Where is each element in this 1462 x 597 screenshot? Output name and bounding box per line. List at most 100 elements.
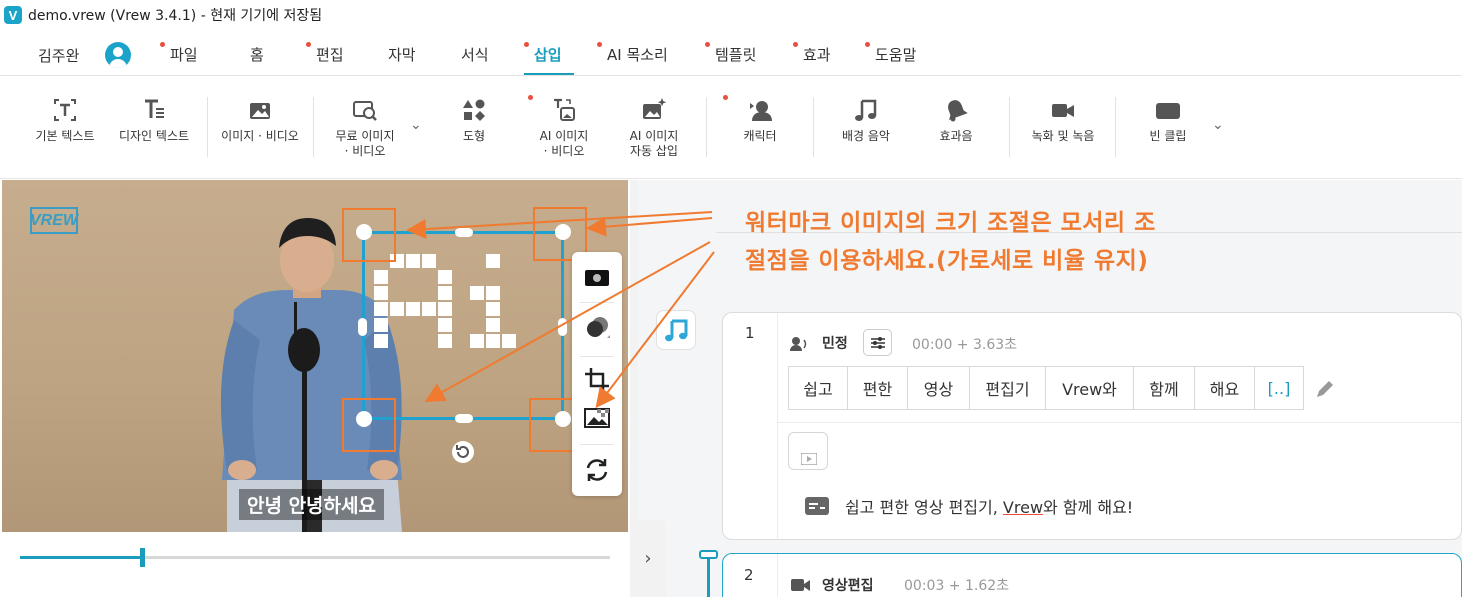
menu-bar: 김주완 파일 홈 편집 자막 서식 삽입 AI 목소리 템플릿 효과 도움말	[0, 30, 1462, 76]
notify-dot	[865, 42, 870, 47]
play-icon	[801, 453, 817, 465]
avatar-icon[interactable]	[105, 42, 132, 68]
playback-controls	[0, 532, 630, 597]
video-subtitle: 안녕 안녕하세요	[239, 489, 384, 520]
menu-effect[interactable]: 효과	[803, 44, 831, 65]
menu-home[interactable]: 홈	[250, 44, 264, 65]
character-button[interactable]: 캐릭터	[730, 97, 790, 144]
menu-file[interactable]: 파일	[170, 44, 198, 65]
playhead-line	[707, 556, 710, 597]
title-bar: V demo.vrew (Vrew 3.4.1) - 현재 기기에 저장됨	[0, 0, 1462, 30]
menu-insert[interactable]: 삽입	[534, 44, 562, 65]
design-text-button[interactable]: 디자인 텍스트	[112, 97, 196, 144]
object-tool-palette	[572, 252, 622, 496]
sliders-icon	[870, 336, 885, 349]
resize-handle-bottom[interactable]	[455, 414, 473, 423]
clip-timecode: 00:03 + 1.62초	[904, 578, 1010, 594]
word-chip[interactable]: 영상	[907, 366, 970, 410]
clip-timecode: 00:00 + 3.63초	[912, 337, 1018, 353]
speaker-name[interactable]: 민정	[822, 333, 848, 353]
image-thumbnail-icon[interactable]	[583, 264, 611, 292]
toolbar-separator	[1009, 97, 1010, 157]
sound-effect-button[interactable]: 효과음	[928, 97, 984, 144]
clip-rule	[778, 422, 1462, 423]
shapes-icon	[463, 99, 485, 121]
menu-edit[interactable]: 편집	[316, 44, 344, 65]
notify-dot	[723, 95, 728, 100]
replace-icon[interactable]	[583, 456, 611, 484]
chevron-down-icon[interactable]: ⌄	[1212, 117, 1224, 133]
seek-bar-progress	[20, 556, 142, 559]
remove-background-icon[interactable]	[583, 404, 611, 432]
empty-clip-icon	[1156, 103, 1180, 119]
shape-button[interactable]: 도형	[446, 97, 502, 144]
record-button[interactable]: 녹화 및 녹음	[1026, 97, 1100, 144]
notify-dot	[793, 42, 798, 47]
resize-handle-top[interactable]	[455, 228, 473, 237]
chevron-down-icon[interactable]: ⌄	[410, 117, 422, 133]
bgm-button[interactable]: 배경 음악	[836, 97, 896, 144]
user-profile[interactable]: 김주완	[38, 42, 132, 68]
ai-image-sparkle-icon	[643, 98, 667, 119]
resize-handle-right[interactable]	[558, 318, 567, 336]
image-video-button[interactable]: 이미지 · 비디오	[216, 97, 304, 144]
toolbar-separator	[706, 97, 707, 157]
menu-subtitle[interactable]: 자막	[388, 44, 416, 65]
user-name: 김주완	[38, 46, 80, 65]
video-camera-icon	[791, 579, 810, 591]
design-text-icon	[145, 99, 164, 118]
clip-thumbnail[interactable]	[788, 432, 828, 470]
empty-clip-button[interactable]: 빈 클립	[1140, 97, 1196, 144]
rotate-handle-icon[interactable]	[451, 440, 475, 464]
clip-subtitle[interactable]: 쉽고 편한 영상 편집기, Vrew와 함께 해요!	[845, 494, 1133, 518]
menu-format[interactable]: 서식	[461, 44, 489, 65]
basic-text-button[interactable]: 기본 텍스트	[30, 97, 100, 144]
corner-highlight	[342, 398, 396, 452]
insert-toolbar: 기본 텍스트 디자인 텍스트 이미지 · 비디오 무료 이미지 · 비디오 ⌄ …	[0, 77, 1462, 179]
free-image-video-button[interactable]: 무료 이미지 · 비디오	[330, 97, 400, 159]
menu-help[interactable]: 도움말	[875, 44, 916, 65]
notify-dot	[306, 42, 311, 47]
crop-icon[interactable]	[583, 366, 611, 394]
panel-collapse-button[interactable]: ›	[630, 520, 666, 597]
character-icon	[750, 101, 772, 121]
palette-separator	[580, 302, 614, 303]
word-chip[interactable]: 함께	[1133, 366, 1195, 410]
music-note-icon	[665, 319, 688, 342]
notify-dot	[160, 42, 165, 47]
music-note-icon	[855, 99, 877, 121]
notify-dot	[524, 42, 529, 47]
toolbar-separator	[313, 97, 314, 157]
playhead-marker[interactable]	[699, 550, 718, 559]
ai-text-image-icon	[554, 98, 575, 121]
menu-ai-voice[interactable]: AI 목소리	[607, 44, 668, 65]
palette-separator	[580, 356, 614, 357]
annotation-text-line-1: 워터마크 이미지의 크기 조절은 모서리 조	[745, 210, 1156, 236]
ai-image-video-button[interactable]: AI 이미지 · 비디오	[530, 97, 598, 159]
subtitle-icon	[805, 497, 829, 515]
speaker-settings-button[interactable]	[863, 329, 892, 356]
word-chip[interactable]: 편한	[847, 366, 908, 410]
toolbar-separator	[813, 97, 814, 157]
word-chip[interactable]: 해요	[1194, 366, 1255, 410]
corner-highlight	[342, 208, 396, 262]
resize-handle-left[interactable]	[358, 318, 367, 336]
image-icon	[250, 103, 270, 119]
image-search-icon	[353, 101, 377, 121]
speaker-voice-icon	[790, 337, 807, 351]
opacity-layers-icon[interactable]	[583, 314, 611, 342]
word-chip[interactable]: Vrew와	[1045, 366, 1134, 410]
ai-image-auto-insert-button[interactable]: AI 이미지 자동 삽입	[620, 97, 688, 159]
video-camera-icon	[1052, 104, 1074, 117]
bgm-badge[interactable]	[656, 310, 696, 350]
vrew-watermark-logo: VREW	[30, 207, 78, 234]
clip-track-name[interactable]: 영상편집	[822, 575, 874, 595]
notify-dot	[597, 42, 602, 47]
silence-chip[interactable]: [..]	[1254, 366, 1304, 410]
menu-template[interactable]: 템플릿	[715, 44, 756, 65]
seek-handle[interactable]	[140, 548, 145, 567]
word-chip[interactable]: 쉽고	[788, 366, 848, 410]
pencil-icon[interactable]	[1314, 378, 1336, 400]
notify-dot	[705, 42, 710, 47]
word-chip[interactable]: 편집기	[969, 366, 1046, 410]
